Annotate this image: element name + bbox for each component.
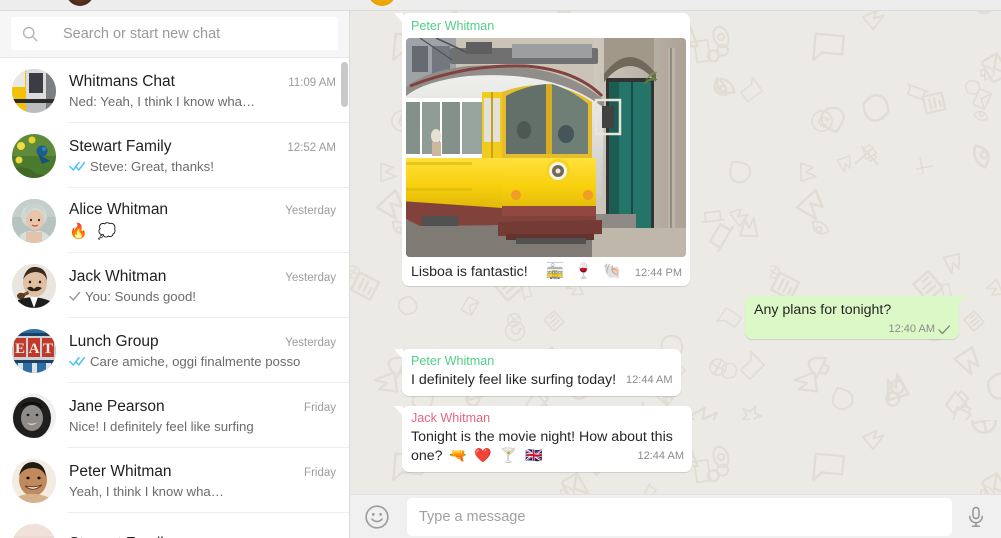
- message-row: Any plans for tonight? 12:40 AM: [402, 296, 973, 339]
- chat-timestamp: Yesterday: [285, 271, 336, 284]
- chat-preview: 🔥 💭: [69, 223, 120, 240]
- message-sender: Peter Whitman: [411, 19, 495, 33]
- message-row: Peter Whitman Lisboa is fantastic! 🚋 🍷 🐚…: [394, 13, 973, 286]
- chat-timestamp: 11:09 AM: [288, 76, 336, 89]
- list-item[interactable]: Whitmans Chat 11:09 AM Ned: Yeah, I thin…: [0, 58, 349, 123]
- caption-emoji: 🚋 🍷 🐚: [545, 263, 625, 280]
- chat-preview: You: Sounds good!: [85, 288, 196, 304]
- chat-timestamp: Friday: [304, 401, 336, 414]
- message-sender: Peter Whitman: [411, 354, 495, 368]
- outgoing-message-bubble[interactable]: Any plans for tonight? 12:40 AM: [745, 296, 967, 339]
- avatar[interactable]: [12, 523, 56, 538]
- message-emoji: 🔫 ❤️ 🍸 🇬🇧: [449, 447, 545, 463]
- chat-preview: Care amiche, oggi finalmente posso: [90, 353, 301, 369]
- image-caption: Lisboa is fantastic!: [411, 264, 528, 280]
- chat-preview: Steve: Great, thanks!: [90, 158, 214, 174]
- message-row: Peter Whitman I definitely feel like sur…: [394, 349, 973, 396]
- message-row: Jack Whitman Tonight is the movie night!…: [394, 406, 973, 472]
- avatar[interactable]: [12, 263, 56, 308]
- chat-preview: Yeah, I think I know wha…: [69, 483, 224, 499]
- list-item[interactable]: Jack Whitman Yesterday You: Sounds good!: [0, 253, 349, 318]
- single-check-icon: [938, 324, 951, 335]
- double-check-icon: [69, 160, 86, 172]
- avatar[interactable]: E A T: [12, 328, 56, 373]
- message-timestamp: 12:44 AM: [637, 450, 684, 462]
- list-item[interactable]: Alice Whitman Yesterday 🔥 💭: [0, 188, 349, 253]
- chat-title: Stewart Family: [69, 137, 172, 155]
- message-image[interactable]: [406, 38, 686, 257]
- list-item[interactable]: Jane Pearson Friday Nice! I definitely f…: [0, 383, 349, 448]
- list-item-body: Stewart Family 12:52 AM Steve: Great, th…: [69, 138, 338, 174]
- list-item-body: Jane Pearson Friday Nice! I definitely f…: [69, 398, 338, 434]
- message-meta: 12:44 AM: [626, 374, 672, 386]
- list-item[interactable]: E A T Lunch Group Yesterday Care amiche,…: [0, 318, 349, 383]
- chat-timestamp: 12:52 AM: [287, 141, 336, 154]
- avatar[interactable]: [12, 68, 56, 113]
- double-check-icon: [69, 355, 86, 367]
- microphone-icon[interactable]: [964, 505, 988, 529]
- sidebar-profile-avatar[interactable]: [66, 0, 94, 6]
- top-header-strip: [0, 0, 1001, 11]
- list-item-body: Jack Whitman Yesterday You: Sounds good!: [69, 268, 338, 304]
- search-icon: [20, 24, 40, 44]
- list-item[interactable]: Peter Whitman Friday Yeah, I think I kno…: [0, 448, 349, 513]
- message-meta: 12:44 AM: [638, 450, 684, 462]
- svg-text:E: E: [15, 341, 25, 357]
- chat-preview: Ned: Yeah, I think I know wha…: [69, 93, 256, 109]
- message-list[interactable]: Peter Whitman Lisboa is fantastic! 🚋 🍷 🐚…: [350, 0, 1001, 494]
- image-message-bubble[interactable]: Peter Whitman Lisboa is fantastic! 🚋 🍷 🐚…: [394, 13, 690, 286]
- whatsapp-web-window: Whitmans Chat 11:09 AM Ned: Yeah, I thin…: [0, 0, 1001, 538]
- incoming-message-bubble[interactable]: Peter Whitman I definitely feel like sur…: [394, 349, 681, 396]
- conversation-panel: Peter Whitman Lisboa is fantastic! 🚋 🍷 🐚…: [350, 0, 1001, 538]
- list-item-body: Alice Whitman Yesterday 🔥 💭: [69, 201, 338, 240]
- incoming-message-bubble[interactable]: Jack Whitman Tonight is the movie night!…: [394, 406, 692, 472]
- avatar[interactable]: [12, 198, 56, 243]
- list-item-body: Peter Whitman Friday Yeah, I think I kno…: [69, 463, 338, 499]
- chat-title: Alice Whitman: [69, 201, 169, 218]
- chat-title: Lunch Group: [69, 332, 159, 350]
- search-bar: [0, 11, 349, 58]
- message-timestamp: 12:44 PM: [634, 267, 682, 279]
- list-item-body: Whitmans Chat 11:09 AM Ned: Yeah, I thin…: [69, 73, 338, 109]
- smiley-icon[interactable]: [364, 504, 390, 530]
- avatar[interactable]: [12, 458, 56, 503]
- svg-text:T: T: [43, 341, 53, 357]
- sidebar-scrollbar[interactable]: [340, 58, 349, 538]
- chat-title: Whitmans Chat: [69, 72, 175, 90]
- sidebar: Whitmans Chat 11:09 AM Ned: Yeah, I thin…: [0, 0, 350, 538]
- list-item-body: Lunch Group Yesterday Care amiche, oggi …: [69, 333, 338, 369]
- avatar[interactable]: [12, 393, 56, 438]
- list-item[interactable]: Stewart Family Friday: [0, 513, 349, 538]
- chat-title: Jane Pearson: [69, 397, 165, 415]
- message-timestamp: 12:44 AM: [626, 374, 673, 386]
- message-input-box[interactable]: [407, 497, 952, 536]
- chat-list[interactable]: Whitmans Chat 11:09 AM Ned: Yeah, I thin…: [0, 58, 349, 538]
- chat-preview: Nice! I definitely feel like surfing: [69, 418, 254, 434]
- sidebar-scrollbar-thumb[interactable]: [341, 62, 348, 107]
- chat-header-avatar[interactable]: [368, 0, 396, 6]
- message-sender: Jack Whitman: [411, 411, 491, 425]
- chat-timestamp: Yesterday: [285, 336, 336, 349]
- list-item[interactable]: Stewart Family 12:52 AM Steve: Great, th…: [0, 123, 349, 188]
- message-text: Any plans for tonight?: [754, 302, 892, 318]
- chat-timestamp: Yesterday: [285, 205, 336, 217]
- image-caption-row: Lisboa is fantastic! 🚋 🍷 🐚 12:44 PM: [406, 257, 686, 282]
- message-composer: [350, 494, 1001, 538]
- chat-title: Peter Whitman: [69, 462, 172, 480]
- svg-text:A: A: [29, 341, 40, 357]
- search-box[interactable]: [11, 17, 338, 50]
- search-input[interactable]: [63, 17, 338, 50]
- message-meta: 12:40 AM: [889, 323, 951, 335]
- chat-title: Jack Whitman: [69, 267, 167, 285]
- message-input[interactable]: [419, 508, 940, 525]
- message-text: I definitely feel like surfing today!: [411, 372, 617, 388]
- message-timestamp: 12:40 AM: [888, 323, 935, 335]
- avatar[interactable]: [12, 133, 56, 178]
- chat-timestamp: Friday: [304, 466, 336, 479]
- single-check-icon: [69, 290, 81, 302]
